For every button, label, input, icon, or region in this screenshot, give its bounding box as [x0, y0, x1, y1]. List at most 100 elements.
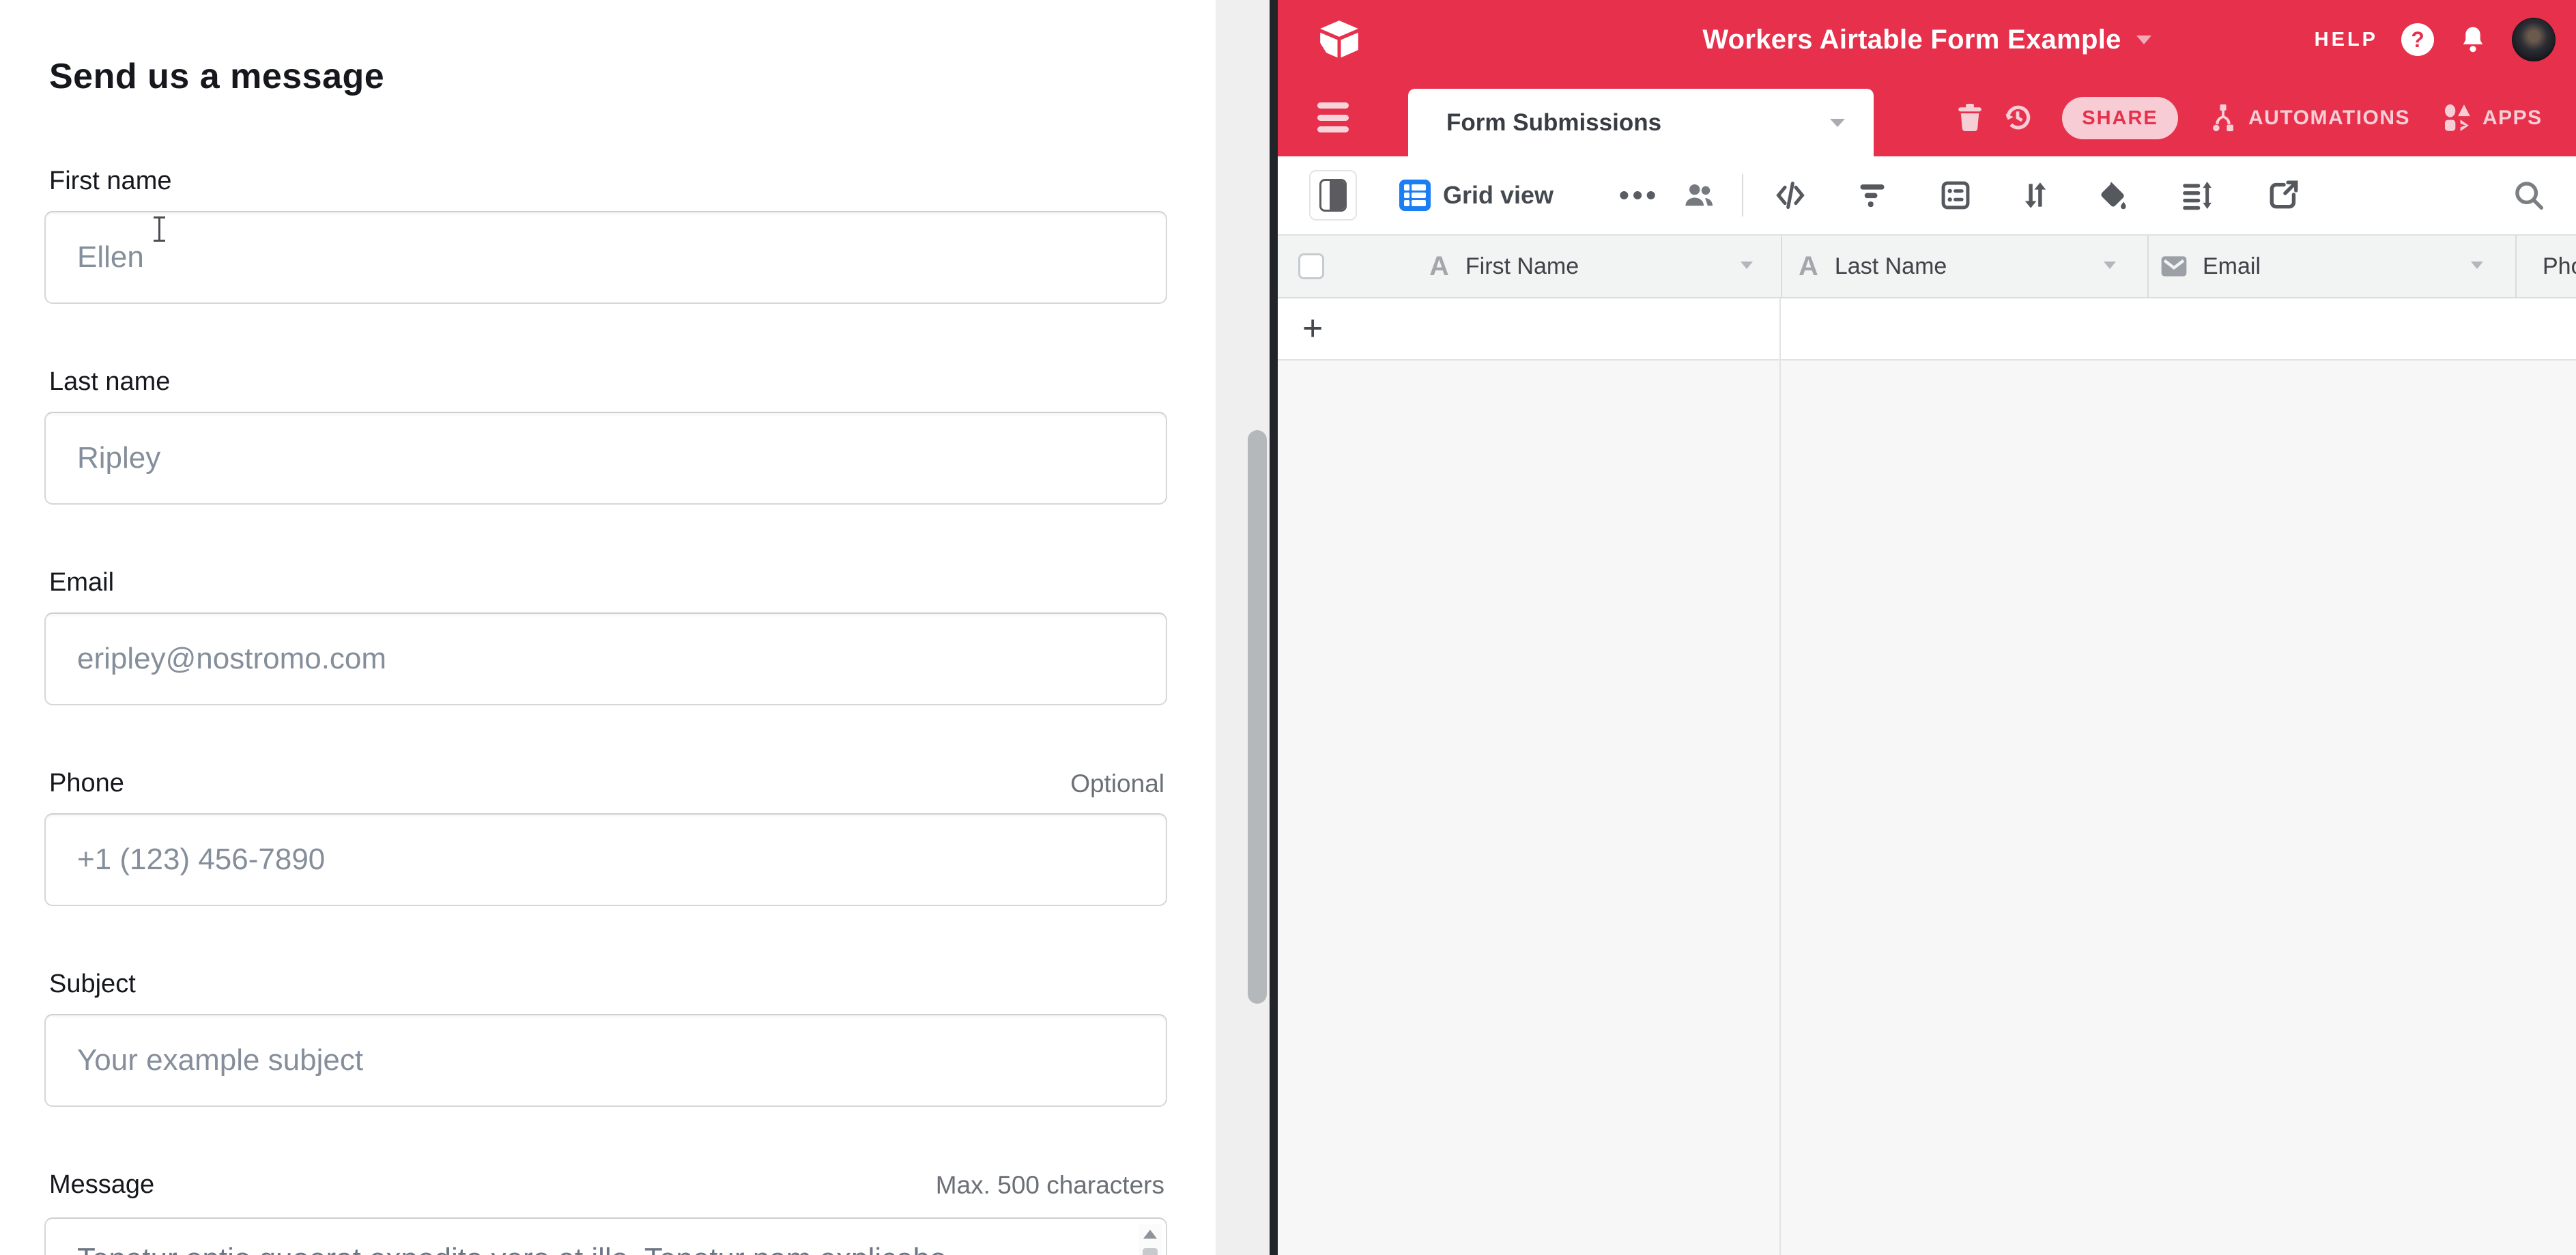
color-button[interactable] — [2095, 156, 2130, 234]
group-button[interactable] — [1938, 156, 1973, 234]
subject-label: Subject — [49, 970, 136, 999]
hide-fields-button[interactable] — [1773, 156, 1807, 234]
column-menu-caret-icon[interactable] — [1741, 262, 1753, 269]
filter-button[interactable] — [1855, 156, 1889, 234]
page-scroll-thumb[interactable] — [1248, 430, 1267, 1004]
column-header-last-name[interactable]: A Last Name — [1799, 236, 2106, 297]
column-name: Email — [2203, 253, 2261, 280]
base-title-caret-icon[interactable] — [2136, 36, 2151, 44]
view-sidebar-toggle-button[interactable] — [1309, 170, 1357, 221]
automations-label: AUTOMATIONS — [2248, 107, 2410, 130]
message-maxchars-note: Max. 500 characters — [936, 1171, 1164, 1200]
first-name-label: First name — [49, 167, 171, 196]
view-switcher[interactable]: Grid view — [1399, 156, 1554, 234]
screen: Send us a message First name Ellen Last … — [0, 0, 2576, 1255]
help-button[interactable]: HELP — [2315, 29, 2378, 51]
textarea-scrollbar[interactable] — [1139, 1224, 1162, 1255]
apps-icon — [2442, 102, 2473, 134]
table-tab-form-submissions[interactable]: Form Submissions — [1408, 89, 1874, 156]
hide-fields-icon — [1773, 178, 1807, 212]
toolbar-divider — [1742, 174, 1743, 216]
view-name: Grid view — [1443, 181, 1554, 210]
trash-icon[interactable] — [1954, 101, 1986, 134]
message-text: Tenetur optio quaerat expedita vero et i… — [77, 1239, 1087, 1255]
grid-header-row: A First Name A Last Name Email — [1278, 236, 2576, 298]
share-view-icon — [2266, 178, 2300, 212]
row-height-icon — [2179, 178, 2213, 212]
column-divider — [1779, 298, 1781, 1255]
share-button[interactable]: SHARE — [2062, 97, 2178, 139]
sort-button[interactable] — [2018, 156, 2052, 234]
window-divider — [1270, 0, 1278, 1255]
message-textarea[interactable]: Tenetur optio quaerat expedita vero et i… — [44, 1217, 1167, 1255]
share-view-button[interactable] — [2266, 156, 2300, 234]
share-label: SHARE — [2082, 107, 2158, 130]
add-record-row[interactable]: + — [1278, 298, 2576, 361]
group-icon — [1938, 178, 1973, 212]
user-avatar[interactable] — [2512, 18, 2556, 61]
column-name: Last Name — [1835, 253, 1947, 280]
collaborators-button[interactable] — [1682, 156, 1716, 234]
search-icon — [2512, 178, 2546, 212]
column-divider[interactable] — [2515, 236, 2517, 297]
column-divider[interactable] — [1781, 236, 1782, 297]
text-field-icon: A — [1429, 251, 1449, 282]
help-question-icon[interactable]: ? — [2401, 23, 2434, 56]
last-name-input[interactable]: Ripley — [44, 412, 1167, 505]
color-icon — [2095, 178, 2130, 212]
column-menu-caret-icon[interactable] — [2104, 262, 2116, 269]
first-name-input[interactable]: Ellen — [44, 211, 1167, 304]
first-name-placeholder: Ellen — [77, 240, 144, 274]
last-name-label: Last name — [49, 367, 170, 397]
email-field-icon — [2159, 251, 2189, 281]
airtable-tab-bar: Form Submissions SHARE — [1278, 79, 2576, 156]
add-record-plus-icon[interactable]: + — [1302, 308, 1323, 349]
page-scrollbar[interactable] — [1216, 0, 1270, 1255]
more-options-button[interactable]: ••• — [1619, 156, 1659, 234]
apps-button[interactable]: APPS — [2442, 79, 2543, 156]
scroll-up-arrow-icon[interactable] — [1143, 1230, 1157, 1239]
phone-placeholder: +1 (123) 456-7890 — [77, 843, 325, 877]
form-title: Send us a message — [44, 56, 1167, 97]
history-icon[interactable] — [2001, 101, 2034, 134]
table-tab-label: Form Submissions — [1446, 109, 1661, 137]
textarea-scroll-thumb[interactable] — [1143, 1248, 1158, 1255]
base-title[interactable]: Workers Airtable Form Example — [1702, 25, 2121, 55]
notifications-bell-icon[interactable] — [2457, 24, 2489, 55]
column-header-email[interactable]: Email — [2159, 236, 2459, 297]
column-name: Phone — [2543, 253, 2576, 280]
subject-input[interactable]: Your example subject — [44, 1014, 1167, 1107]
text-field-icon: A — [1799, 251, 1818, 282]
column-menu-caret-icon[interactable] — [2471, 262, 2483, 269]
apps-label: APPS — [2482, 107, 2543, 130]
row-height-button[interactable] — [2179, 156, 2213, 234]
phone-optional-note: Optional — [1070, 770, 1164, 798]
collaborators-icon — [1682, 178, 1716, 212]
sort-icon — [2018, 178, 2052, 212]
column-header-first-name[interactable]: A First Name — [1429, 236, 1771, 297]
automations-icon — [2207, 102, 2239, 134]
tables-menu-icon[interactable] — [1317, 102, 1349, 132]
column-name: First Name — [1465, 253, 1579, 280]
phone-input[interactable]: +1 (123) 456-7890 — [44, 813, 1167, 906]
text-cursor-icon — [152, 216, 167, 243]
more-options-icon: ••• — [1619, 179, 1659, 212]
airtable-pane: Workers Airtable Form Example HELP ? For… — [1278, 0, 2576, 1255]
table-tab-caret-icon[interactable] — [1830, 119, 1845, 127]
email-input[interactable]: eripley@nostromo.com — [44, 612, 1167, 705]
email-placeholder: eripley@nostromo.com — [77, 642, 386, 676]
airtable-top-bar: Workers Airtable Form Example HELP ? — [1278, 0, 2576, 79]
subject-placeholder: Your example subject — [77, 1043, 363, 1077]
column-header-phone[interactable]: Phone — [2529, 236, 2576, 297]
grid-view-icon — [1399, 180, 1431, 211]
select-all-checkbox[interactable] — [1298, 253, 1324, 279]
sidebar-toggle-icon — [1319, 179, 1347, 212]
column-divider[interactable] — [2147, 236, 2149, 297]
message-label: Message — [49, 1170, 154, 1200]
contact-form-pane: Send us a message First name Ellen Last … — [0, 0, 1216, 1255]
search-button[interactable] — [2512, 156, 2546, 234]
filter-icon — [1855, 178, 1889, 212]
automations-button[interactable]: AUTOMATIONS — [2207, 79, 2410, 156]
last-name-placeholder: Ripley — [77, 441, 160, 475]
email-label: Email — [49, 568, 114, 597]
